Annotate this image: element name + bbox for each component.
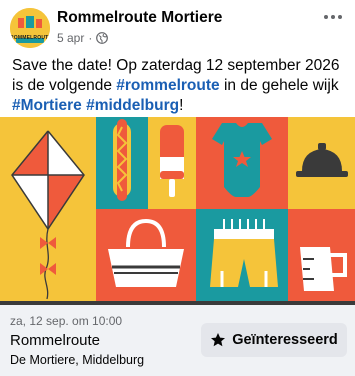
avatar-label: ROMMELROUTE: [10, 35, 50, 41]
post-time[interactable]: 5 apr: [57, 31, 84, 45]
post-meta: 5 apr ·: [57, 31, 109, 45]
meta-separator: ·: [88, 31, 93, 45]
more-options-button[interactable]: [323, 9, 343, 20]
globe-icon: [96, 32, 109, 44]
event-location: De Mortiere, Middelburg: [10, 353, 145, 367]
interested-label: Geïnteresseerd: [232, 332, 338, 348]
interested-button[interactable]: Geïnteresseerd: [201, 323, 347, 357]
event-info-panel[interactable]: za, 12 sep. om 10:00 Rommelroute De Mort…: [0, 305, 355, 376]
more-dots-icon: [324, 15, 342, 19]
page-avatar[interactable]: ROMMELROUTE: [10, 8, 50, 48]
post-text-middle: in de gehele wijk: [219, 77, 339, 94]
event-date: za, 12 sep. om 10:00: [10, 314, 123, 328]
post-header: ROMMELROUTE Rommelroute Mortiere 5 apr ·: [0, 0, 355, 52]
post-text-end: !: [179, 97, 184, 114]
avatar-illustration: [10, 8, 50, 48]
page-name-link[interactable]: Rommelroute Mortiere: [57, 9, 222, 27]
hashtag-rommelroute[interactable]: #rommelroute: [116, 77, 219, 94]
hotdog-illustration: [113, 119, 131, 201]
event-name[interactable]: Rommelroute: [10, 332, 100, 349]
post-text: Save the date! Op zaterdag 12 september …: [12, 56, 347, 116]
hashtag-mortiere[interactable]: #Mortiere: [12, 97, 82, 114]
event-cover-image[interactable]: [0, 117, 355, 305]
hashtag-middelburg[interactable]: #middelburg: [86, 97, 179, 114]
star-icon: [211, 333, 226, 347]
